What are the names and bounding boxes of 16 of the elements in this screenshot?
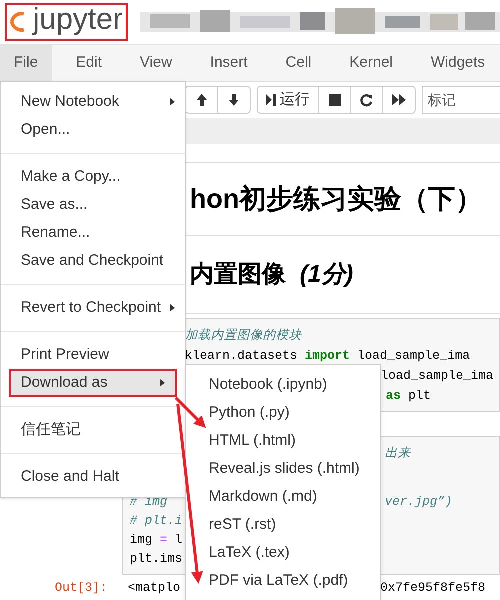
notebook-title: hon初步练习实验（下）: [190, 182, 482, 216]
section-score: (1分): [300, 260, 354, 290]
code-line: klearn.datasets import load_sample_ima: [185, 348, 470, 365]
code-line: img = l: [130, 532, 183, 549]
output-text: 0x7fe95f8fe5f8: [380, 580, 486, 597]
code-line: ver.jpg”): [385, 494, 453, 511]
output-prompt: Out[3]:: [55, 580, 109, 597]
code-line: as plt: [386, 388, 432, 405]
code-line: 出来: [385, 446, 411, 463]
logo-text: jupyter: [33, 5, 124, 35]
code-line: 加载内置图像的模块: [185, 328, 302, 345]
code-line: plt.ims: [130, 551, 183, 568]
code-line: # plt.i: [130, 513, 183, 530]
output-text: <matplo: [128, 580, 181, 597]
section-heading: 内置图像: [190, 260, 286, 290]
code-line: load_sample_ima: [381, 368, 494, 385]
